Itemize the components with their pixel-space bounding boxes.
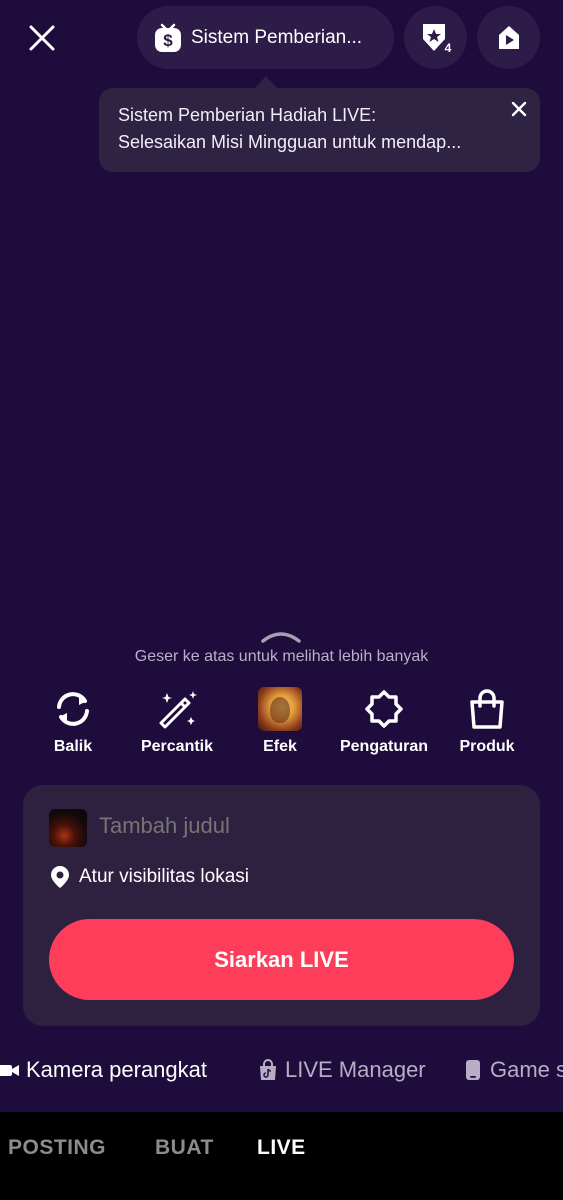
tooltip-close-button[interactable] [508, 98, 530, 120]
source-tab-game[interactable]: Game s [462, 1052, 563, 1088]
phone-icon [466, 1060, 480, 1080]
close-button[interactable] [22, 18, 62, 58]
tool-products-label: Produk [459, 738, 515, 755]
reward-pill-label: Sistem Pemberian... [191, 26, 363, 48]
live-preview-button[interactable] [477, 6, 540, 69]
location-label: Atur visibilitas lokasi [79, 866, 249, 887]
star-rank-icon: 4 [422, 23, 451, 55]
location-pin-icon [51, 866, 69, 888]
swipe-hint: Geser ke atas untuk melihat lebih banyak [134, 648, 429, 665]
source-tab-label: Kamera perangkat [26, 1057, 207, 1082]
tool-flip-label: Balik [53, 738, 93, 755]
tool-settings-label: Pengaturan [339, 738, 428, 755]
tool-settings[interactable]: Pengaturan [329, 686, 439, 756]
play-icon [498, 25, 519, 49]
source-tab-label: Game s [490, 1057, 563, 1082]
tool-beauty-label: Percantik [140, 738, 214, 755]
mode-tab-live[interactable]: LIVE [257, 1136, 306, 1160]
cover-thumbnail[interactable] [49, 809, 87, 847]
source-tab-label: LIVE Manager [285, 1057, 426, 1082]
live-setup-panel: Atur visibilitas lokasi Siarkan LIVE [23, 785, 540, 1026]
tool-flip[interactable]: Balik [18, 686, 128, 756]
tiktok-bag-icon [260, 1059, 276, 1080]
tools-row: Balik Percantik Efek Pengaturan Produk [0, 686, 563, 766]
flip-camera-icon [57, 692, 89, 726]
close-icon [511, 101, 527, 117]
beauty-wand-icon [159, 691, 197, 729]
rank-badge: 4 [444, 41, 451, 55]
rank-button[interactable]: 4 [404, 6, 467, 69]
tooltip-line-1: Sistem Pemberian Hadiah LIVE: [118, 105, 377, 125]
go-live-button[interactable]: Siarkan LIVE [49, 919, 514, 1000]
reward-coin-icon: $ [155, 23, 181, 52]
mode-tab-posting[interactable]: POSTING [8, 1136, 106, 1160]
tool-effects[interactable]: Efek [225, 686, 335, 756]
source-tab-device-camera[interactable]: Kamera perangkat [0, 1052, 207, 1088]
source-tabs: Kamera perangkat LIVE Manager Game s [0, 1052, 563, 1092]
svg-text:$: $ [163, 31, 173, 50]
tool-effects-label: Efek [263, 738, 297, 755]
live-setup-screen: $ Sistem Pemberian... 4 Sistem Pemberian… [0, 0, 563, 1200]
tool-products[interactable]: Produk [432, 686, 542, 756]
gear-icon [365, 690, 403, 728]
effect-thumbnail [258, 687, 302, 731]
tooltip-line-2: Selesaikan Misi Mingguan untuk mendap... [118, 132, 462, 152]
reward-tooltip: Sistem Pemberian Hadiah LIVE: Selesaikan… [99, 88, 540, 172]
location-visibility-row[interactable]: Atur visibilitas lokasi [49, 865, 249, 889]
title-input[interactable] [99, 813, 499, 839]
shopping-bag-icon [470, 689, 504, 729]
mode-tab-create[interactable]: BUAT [155, 1136, 214, 1160]
reward-system-pill[interactable]: $ Sistem Pemberian... [137, 6, 394, 69]
source-tab-live-manager[interactable]: LIVE Manager [257, 1052, 426, 1088]
close-icon [29, 25, 55, 51]
video-camera-icon [0, 1065, 19, 1076]
chevron-up-icon[interactable] [260, 628, 302, 644]
mode-nav: POSTING BUAT LIVE [0, 1112, 563, 1200]
tool-beauty[interactable]: Percantik [122, 686, 232, 756]
